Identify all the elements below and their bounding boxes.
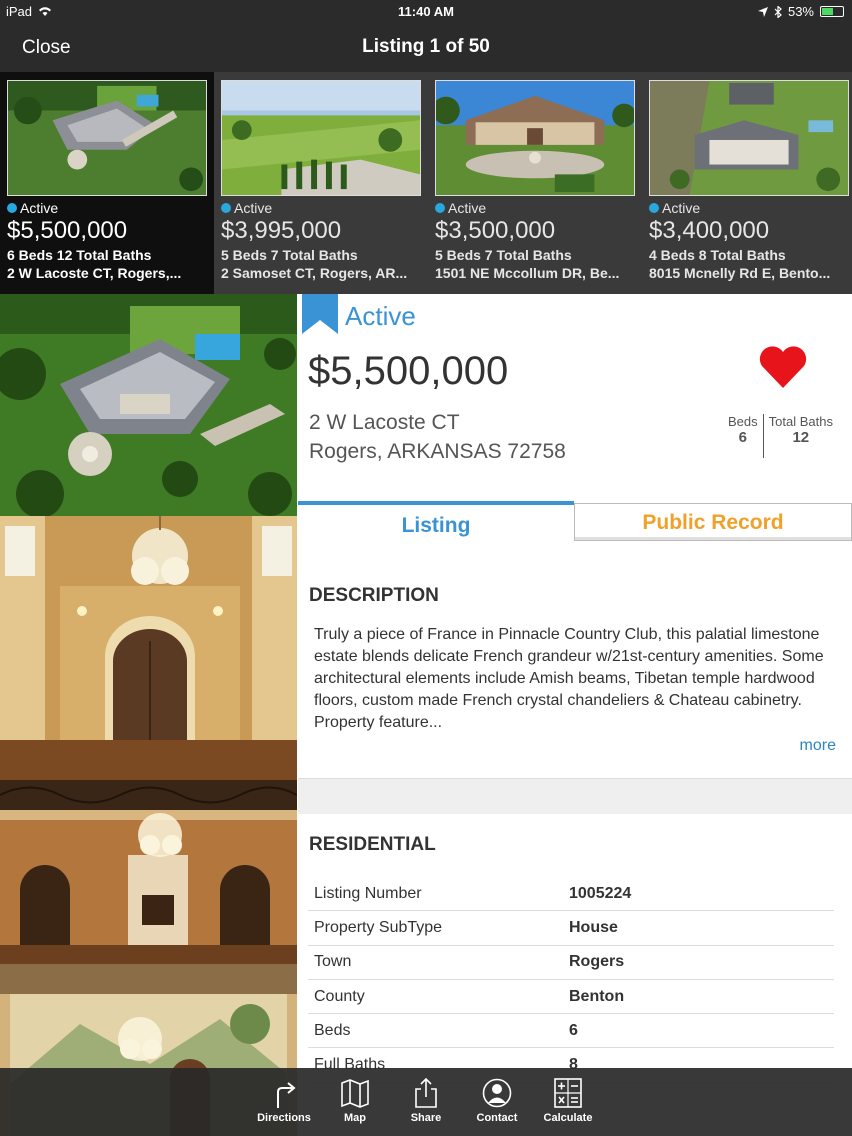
listing-thumbnail	[7, 80, 207, 196]
card-address: 2 Samoset CT, Rogers, AR...	[221, 265, 408, 281]
page-title: Listing 1 of 50	[362, 36, 490, 57]
address-line-2: Rogers, ARKANSAS 72758	[309, 440, 566, 463]
listing-card[interactable]: Active $3,995,000 5 Beds 7 Total Baths 2…	[214, 72, 428, 294]
card-address: 8015 Mcnelly Rd E, Bento...	[649, 265, 831, 281]
address-line-1: 2 W Lacoste CT	[309, 411, 460, 434]
status-badge: Active	[7, 200, 207, 216]
photo-foyer-doors[interactable]	[0, 516, 297, 740]
tab-listing[interactable]: Listing	[298, 501, 574, 541]
table-row: Property SubType House	[308, 911, 834, 946]
map-icon	[341, 1079, 369, 1108]
status-badge: Active	[649, 200, 849, 216]
nav-bar: Close Listing 1 of 50	[0, 22, 852, 72]
card-beds-baths: 5 Beds 7 Total Baths	[435, 247, 572, 263]
listing-thumbnail	[649, 80, 849, 196]
baths-stat: Total Baths 12	[768, 414, 833, 446]
residential-table: Listing Number 1005224 Property SubType Ho…	[308, 877, 834, 1083]
favorite-heart-icon[interactable]	[758, 344, 808, 390]
table-row: Beds 6	[308, 1014, 834, 1049]
status-dot-icon	[221, 203, 231, 213]
card-beds-baths: 4 Beds 8 Total Baths	[649, 247, 786, 263]
detail-tabs: Listing Public Record	[298, 501, 852, 541]
listing-detail: Active $5,500,000 2 W Lacoste CT Rogers,…	[298, 294, 852, 1136]
listing-card[interactable]: Active $3,500,000 5 Beds 7 Total Baths 1…	[428, 72, 642, 294]
contact-button[interactable]: Contact	[469, 1068, 526, 1136]
table-row: Listing Number 1005224	[308, 877, 834, 912]
listing-status: Active	[345, 301, 416, 331]
listing-card[interactable]: Active $3,400,000 4 Beds 8 Total Baths 8…	[642, 72, 852, 294]
photo-gallery[interactable]	[0, 294, 297, 1136]
status-badge: Active	[221, 200, 421, 216]
status-dot-icon	[435, 203, 445, 213]
card-beds-baths: 5 Beds 7 Total Baths	[221, 247, 358, 263]
photo-aerial-exterior[interactable]	[0, 294, 297, 516]
residential-heading: RESIDENTIAL	[309, 834, 436, 855]
description-text: Truly a piece of France in Pinnacle Coun…	[314, 626, 824, 731]
battery-percent: 53%	[787, 4, 814, 19]
card-price: $5,500,000	[7, 217, 128, 244]
location-arrow-icon	[757, 6, 768, 17]
description-heading: DESCRIPTION	[309, 585, 439, 606]
tab-public-record[interactable]: Public Record	[574, 503, 852, 541]
status-dot-icon	[7, 203, 17, 213]
directions-icon	[277, 1082, 296, 1108]
beds-baths-summary: Beds 6 Total Baths 12	[723, 414, 838, 458]
listing-price: $5,500,000	[308, 349, 509, 393]
card-address: 1501 NE Mccollum DR, Be...	[435, 265, 620, 281]
listing-card[interactable]: Active $5,500,000 6 Beds 12 Total Baths …	[0, 72, 214, 294]
share-icon	[415, 1078, 437, 1108]
card-price: $3,995,000	[221, 217, 342, 244]
close-button[interactable]: Close	[22, 37, 71, 59]
status-badge: Active	[435, 200, 635, 216]
photo-great-room[interactable]	[0, 740, 297, 964]
contact-icon	[482, 1078, 512, 1108]
bluetooth-icon	[774, 5, 782, 18]
card-price: $3,400,000	[649, 217, 770, 244]
listing-thumbnail	[221, 80, 421, 196]
map-button[interactable]: Map	[327, 1068, 384, 1136]
bookmark-ribbon-icon	[302, 294, 338, 334]
bottom-toolbar: Directions Map Share Contact Calculate	[0, 1068, 852, 1136]
listing-carousel[interactable]: Active $5,500,000 6 Beds 12 Total Baths …	[0, 72, 852, 294]
calculate-button[interactable]: Calculate	[540, 1068, 597, 1136]
section-separator	[298, 778, 852, 814]
status-bar: iPad 11:40 AM 53%	[0, 0, 852, 22]
calculator-icon	[554, 1078, 582, 1108]
more-link[interactable]: more	[800, 737, 836, 755]
status-dot-icon	[649, 203, 659, 213]
share-button[interactable]: Share	[398, 1068, 455, 1136]
table-row: County Benton	[308, 980, 834, 1015]
table-row: Town Rogers	[308, 946, 834, 980]
listing-thumbnail	[435, 80, 635, 196]
card-address: 2 W Lacoste CT, Rogers,...	[7, 265, 182, 281]
directions-button[interactable]: Directions	[256, 1068, 313, 1136]
card-price: $3,500,000	[435, 217, 556, 244]
beds-stat: Beds 6	[728, 414, 758, 446]
clock: 11:40 AM	[398, 4, 454, 19]
battery-icon	[820, 6, 844, 17]
card-beds-baths: 6 Beds 12 Total Baths	[7, 247, 152, 263]
